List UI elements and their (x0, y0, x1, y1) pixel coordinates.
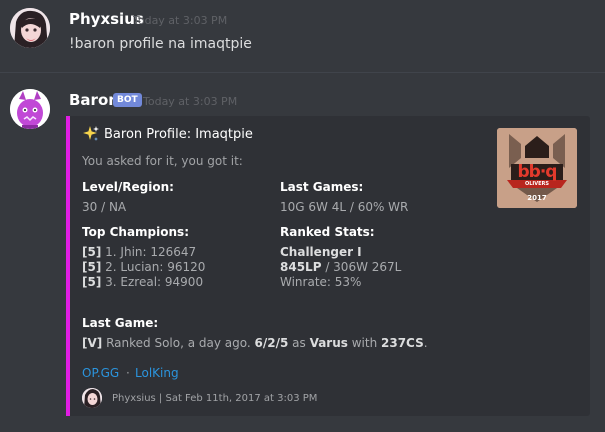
bot-username[interactable]: Baron (69, 91, 119, 109)
embed-thumbnail[interactable]: bb·q OLIVERS 2017 (497, 128, 577, 208)
field-last-games-name: Last Games: (280, 180, 364, 194)
embed-footer: Phyxsius | Sat Feb 11th, 2017 at 3:03 PM (112, 393, 318, 404)
field-last-game-value: [V] Ranked Solo, a day ago. 6/2/5 as Var… (82, 336, 428, 350)
avatar[interactable] (10, 8, 50, 48)
bot-avatar[interactable] (10, 89, 50, 129)
list-item: [5] 1. Jhin: 126647 (82, 245, 197, 259)
embed-title: Baron Profile: Imaqtpie (104, 127, 253, 142)
footer-avatar (82, 388, 102, 408)
timestamp: Today at 3:03 PM (143, 95, 238, 108)
embed-description: You asked for it, you got it: (82, 154, 243, 168)
message-text: !baron profile na imaqtpie (69, 36, 252, 52)
list-item: [5] 3. Ezreal: 94900 (82, 275, 204, 289)
message-divider (0, 72, 605, 73)
field-level-region-value: 30 / NA (82, 200, 127, 214)
thumbnail-year-text: 2017 (527, 194, 547, 202)
link-separator: · (126, 366, 130, 380)
field-last-games-value: 10G 6W 4L / 60% WR (280, 200, 409, 214)
opgg-link[interactable]: OP.GG (82, 366, 119, 380)
field-ranked-stats-value: Challenger I 845LP / 306W 267L Winrate: … (280, 245, 402, 289)
field-ranked-stats-name: Ranked Stats: (280, 225, 375, 239)
timestamp: Today at 3:03 PM (133, 14, 228, 27)
embed-accent-bar (66, 116, 70, 416)
profile-embed: Baron Profile: Imaqtpie You asked for it… (66, 116, 590, 416)
lolking-link[interactable]: LolKing (135, 366, 179, 380)
list-item: [5] 2. Lucian: 96120 (82, 260, 206, 274)
bot-badge: BOT (113, 93, 142, 107)
thumbnail-banner-text: OLIVERS (524, 181, 550, 187)
field-last-game-name: Last Game: (82, 316, 159, 330)
field-top-champions-value: [5] 1. Jhin: 126647 [5] 2. Lucian: 96120… (82, 245, 205, 290)
field-top-champions-name: Top Champions: (82, 225, 189, 239)
sparkles-icon (82, 125, 100, 143)
thumbnail-logo-text: bb·q (517, 162, 558, 182)
field-level-region-name: Level/Region: (82, 180, 174, 194)
